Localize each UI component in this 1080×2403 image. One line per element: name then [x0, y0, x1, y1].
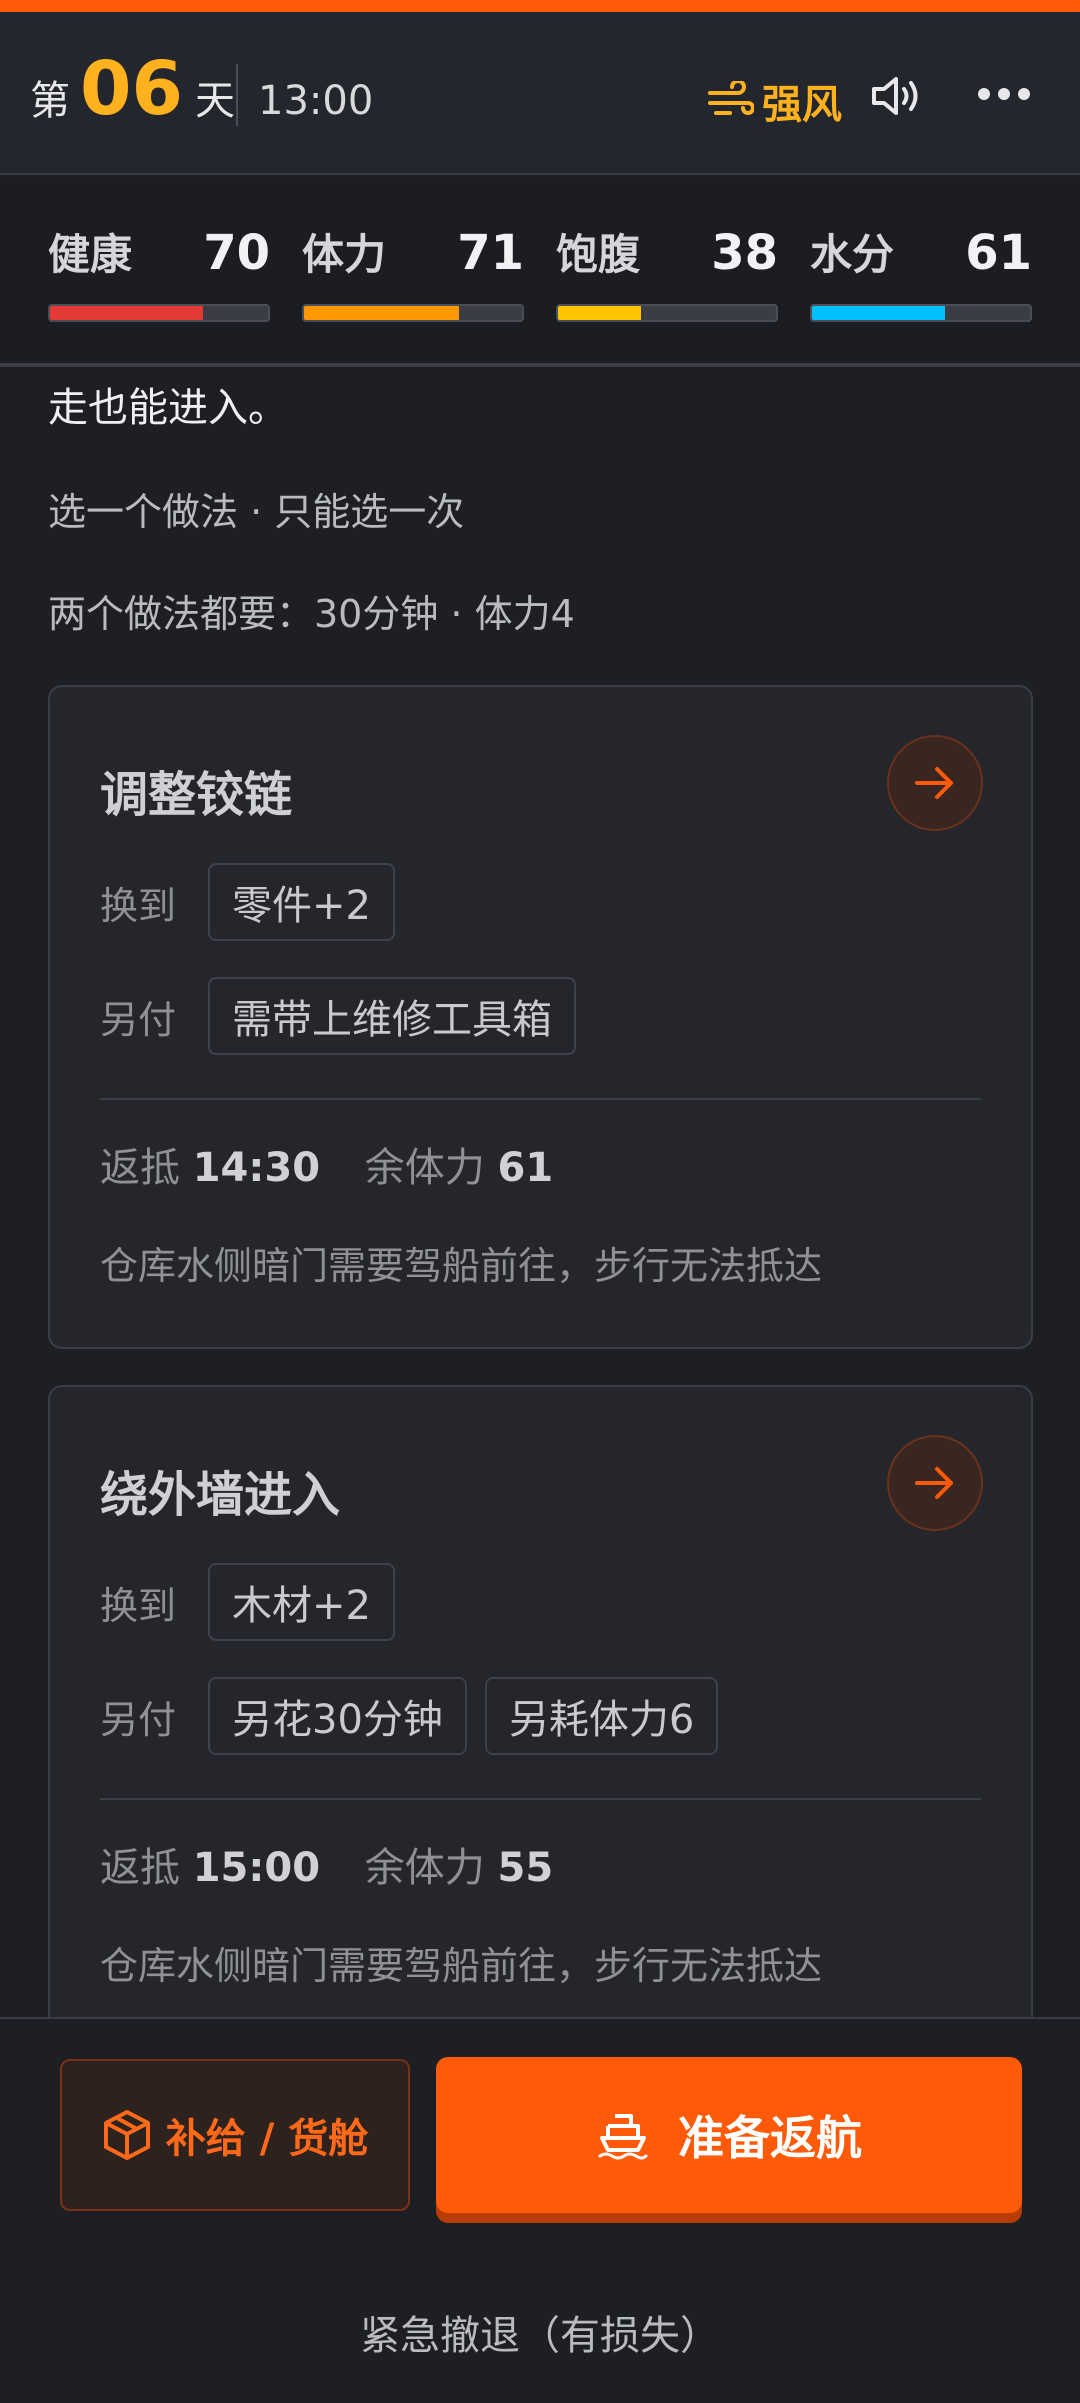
stat-satiety: 饱腹 38: [556, 221, 778, 322]
gain-label: 换到: [100, 1583, 177, 1628]
more-options-button[interactable]: [978, 88, 1030, 100]
stat-bar: [48, 304, 270, 322]
return-info: 返抵 15:00 余体力 55: [100, 1835, 553, 1893]
more-dot: [998, 88, 1010, 100]
option-card[interactable]: 调整铰链 换到 零件+2 另付 需带上维修工具箱 返抵 14:30 余体力 61…: [48, 685, 1033, 1349]
choose-option-button[interactable]: [887, 735, 983, 831]
supply-cargo-button[interactable]: 补给 / 货舱: [60, 2059, 410, 2211]
stat-label: 水分: [810, 230, 895, 279]
more-dots-icon: [978, 88, 990, 100]
event-description: 走也能进入。: [48, 385, 288, 431]
shared-cost-hint: 两个做法都要：30分钟 · 体力4: [48, 592, 575, 636]
return-time: 15:00: [192, 1845, 321, 1891]
status-header: 第 06 天 13:00 强风: [0, 12, 1080, 175]
stat-bar: [810, 304, 1032, 322]
gain-row: 换到 零件+2: [100, 863, 413, 941]
speaker-icon: [872, 77, 918, 115]
cost-chip: 需带上维修工具箱: [208, 977, 576, 1055]
stat-value: 38: [711, 225, 778, 281]
bottom-action-bar: 补给 / 货舱 准备返航 紧急撤退（有损失）: [0, 2017, 1080, 2403]
stamina-label: 余体力: [364, 1145, 485, 1191]
weather-label: 强风: [762, 82, 842, 128]
wind-icon: [708, 81, 754, 115]
card-divider: [100, 1798, 981, 1800]
option-card[interactable]: 绕外墙进入 换到 木材+2 另付 另花30分钟 另耗体力6 返抵 15:00 余…: [48, 1385, 1033, 2017]
return-label: 返抵: [100, 1845, 180, 1891]
gain-label: 换到: [100, 883, 177, 928]
stat-bar-fill: [304, 306, 459, 320]
survival-stats: 健康 70 体力 71 饱腹 38 水分 61: [0, 177, 1080, 367]
stat-stamina: 体力 71: [302, 221, 524, 322]
stamina-label: 余体力: [364, 1845, 485, 1891]
stat-label: 体力: [302, 230, 387, 279]
header-divider: [236, 64, 238, 126]
stat-label: 饱腹: [556, 230, 641, 279]
gain-chip: 木材+2: [208, 1563, 395, 1641]
stat-value: 70: [203, 225, 270, 281]
prepare-return-label: 准备返航: [678, 2111, 862, 2165]
option-title: 调整铰链: [100, 767, 293, 823]
stat-value: 71: [457, 225, 524, 281]
prepare-return-button[interactable]: 准备返航: [436, 2057, 1022, 2213]
stat-health: 健康 70: [48, 221, 270, 322]
day-prefix: 第: [30, 78, 70, 124]
sound-toggle-button[interactable]: [870, 74, 926, 122]
weather-indicator: 强风: [708, 72, 842, 130]
option-title: 绕外墙进入: [100, 1467, 341, 1523]
cost-chip: 另耗体力6: [484, 1677, 719, 1755]
return-time: 14:30: [192, 1145, 321, 1191]
option-note: 仓库水侧暗门需要驾船前往，步行无法抵达: [100, 1944, 823, 1988]
top-accent-line: [0, 0, 1080, 12]
return-info: 返抵 14:30 余体力 61: [100, 1135, 553, 1193]
stat-value: 61: [965, 225, 1032, 281]
stat-bar-fill: [50, 306, 203, 320]
arrow-right-icon: [915, 767, 953, 799]
more-dot: [1018, 88, 1030, 100]
stamina-value: 55: [497, 1845, 554, 1891]
day-suffix: 天: [194, 78, 235, 124]
stat-bar-fill: [558, 306, 641, 320]
choice-hint: 选一个做法 · 只能选一次: [48, 490, 465, 534]
day-number: 06: [80, 46, 183, 132]
cost-chip: 另花30分钟: [208, 1677, 467, 1755]
stamina-value: 61: [497, 1145, 554, 1191]
choose-option-button[interactable]: [887, 1435, 983, 1531]
gain-chip: 零件+2: [208, 863, 395, 941]
emergency-retreat-link[interactable]: 紧急撤退（有损失）: [0, 2303, 1080, 2361]
boat-icon: [598, 2114, 648, 2160]
cost-row: 另付 另花30分钟 另耗体力6: [100, 1677, 736, 1755]
supply-cargo-label: 补给 / 货舱: [165, 2116, 369, 2162]
package-icon: [103, 2110, 150, 2160]
arrow-right-icon: [915, 1467, 953, 1499]
event-content[interactable]: 走也能进入。 选一个做法 · 只能选一次 两个做法都要：30分钟 · 体力4 调…: [0, 367, 1080, 2017]
option-note: 仓库水侧暗门需要驾船前往，步行无法抵达: [100, 1244, 823, 1288]
stat-bar-fill: [812, 306, 945, 320]
stat-bar: [556, 304, 778, 322]
stat-label: 健康: [48, 230, 133, 279]
return-label: 返抵: [100, 1145, 180, 1191]
game-time: 13:00: [258, 78, 374, 124]
stat-hydration: 水分 61: [810, 221, 1032, 322]
stat-bar: [302, 304, 524, 322]
cost-label: 另付: [100, 1697, 177, 1742]
card-divider: [100, 1098, 981, 1100]
cost-row: 另付 需带上维修工具箱: [100, 977, 594, 1055]
day-counter: 第 06 天: [30, 52, 235, 126]
cost-label: 另付: [100, 997, 177, 1042]
gain-row: 换到 木材+2: [100, 1563, 413, 1641]
